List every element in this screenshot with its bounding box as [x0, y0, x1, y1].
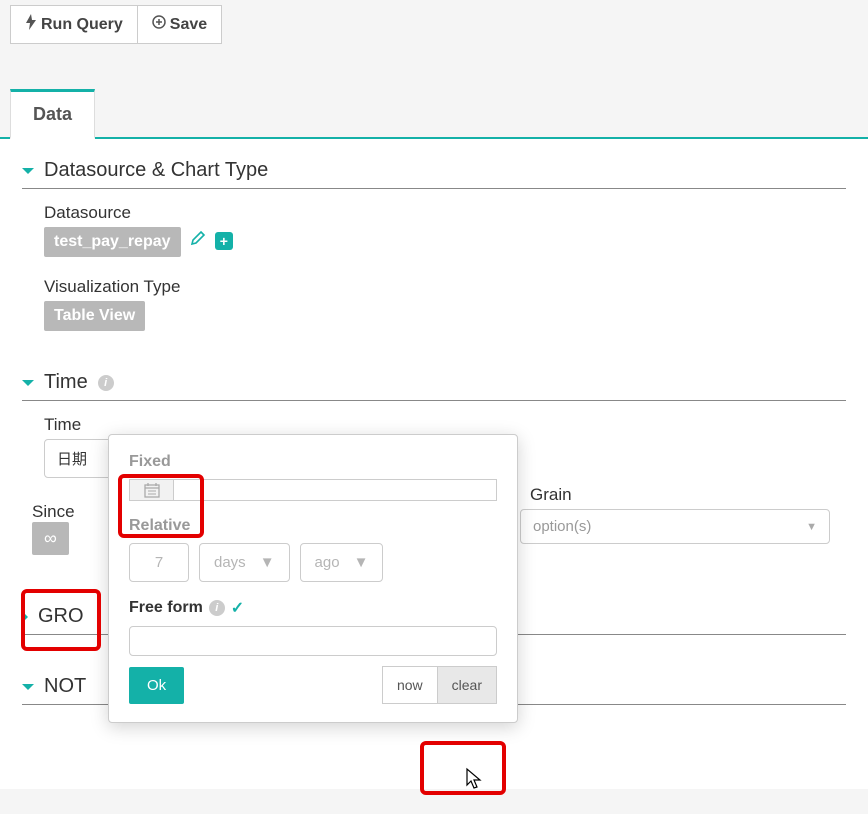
relative-value-input[interactable]: 7	[129, 543, 189, 582]
tab-data[interactable]: Data	[10, 89, 95, 139]
clear-button[interactable]: clear	[438, 666, 497, 704]
datasource-value[interactable]: test_pay_repay	[44, 227, 181, 257]
section-groupby-title: GRO	[38, 605, 84, 628]
time-grain-select[interactable]: option(s) ▼	[520, 509, 830, 544]
run-query-button[interactable]: Run Query	[10, 5, 138, 44]
datasource-label: Datasource	[44, 203, 846, 223]
free-form-label: Free form i ✓	[129, 598, 497, 618]
tab-data-label: Data	[33, 104, 72, 124]
relative-row: 7 days ▼ ago ▼	[129, 543, 497, 582]
plus-circle-icon	[152, 15, 166, 34]
time-grain-field: Grain option(s) ▼	[520, 485, 830, 544]
right-button-group: now clear	[382, 666, 497, 704]
chevron-down-icon: ▼	[260, 554, 275, 571]
ok-label: Ok	[147, 677, 166, 694]
relative-label: Relative	[129, 517, 497, 535]
time-grain-placeholder: option(s)	[533, 518, 591, 535]
popover-actions: Ok now clear	[129, 666, 497, 704]
section-time[interactable]: Time i	[22, 361, 846, 401]
time-column-label: Time	[44, 415, 134, 435]
now-label: now	[397, 677, 423, 693]
highlight-box-clear	[420, 741, 506, 795]
calendar-icon[interactable]	[129, 479, 173, 501]
lightning-icon	[25, 14, 37, 35]
section-time-title: Time	[44, 371, 88, 394]
tab-bar: Data	[0, 89, 868, 139]
time-range-popover: Fixed Relative 7 days ▼ ago ▼ Free form …	[108, 434, 518, 723]
relative-unit-select[interactable]: days ▼	[199, 543, 290, 582]
check-icon: ✓	[231, 598, 244, 618]
section-datasource[interactable]: Datasource & Chart Type	[22, 149, 846, 189]
caret-right-icon	[22, 611, 28, 623]
caret-down-icon	[22, 380, 34, 386]
chevron-down-icon: ▼	[806, 521, 817, 533]
viz-label: Visualization Type	[44, 277, 846, 297]
save-label: Save	[170, 16, 207, 34]
save-button[interactable]: Save	[138, 5, 222, 44]
fixed-label: Fixed	[129, 453, 497, 471]
free-form-input[interactable]	[129, 626, 497, 656]
fixed-date-input[interactable]	[173, 479, 497, 501]
section-not-title: NOT	[44, 675, 86, 698]
now-button[interactable]: now	[382, 666, 438, 704]
caret-down-icon	[22, 168, 34, 174]
time-grain-label: Grain	[530, 485, 830, 505]
data-panel: Datasource & Chart Type Datasource test_…	[0, 139, 868, 789]
run-query-label: Run Query	[41, 16, 123, 34]
mouse-cursor-icon	[465, 767, 485, 794]
time-column-value: 日期	[57, 448, 87, 469]
viz-type-field: Visualization Type Table View	[44, 277, 846, 331]
chevron-down-icon: ▼	[354, 554, 369, 571]
section-datasource-title: Datasource & Chart Type	[44, 159, 268, 182]
clear-label: clear	[452, 677, 482, 693]
info-icon: i	[209, 600, 225, 616]
relative-when-select[interactable]: ago ▼	[300, 543, 384, 582]
info-icon: i	[98, 375, 114, 391]
plus-icon[interactable]: +	[215, 232, 233, 250]
caret-down-icon	[22, 684, 34, 690]
top-toolbar: Run Query Save	[0, 0, 868, 49]
datasource-field: Datasource test_pay_repay +	[44, 203, 846, 257]
relative-when: ago	[315, 554, 340, 571]
ok-button[interactable]: Ok	[129, 667, 184, 704]
relative-unit: days	[214, 554, 246, 571]
relative-value: 7	[155, 554, 163, 571]
infinity-icon: ∞	[44, 528, 57, 549]
viz-value[interactable]: Table View	[44, 301, 145, 331]
edit-icon[interactable]	[190, 233, 210, 250]
fixed-input-group	[129, 479, 497, 501]
since-value-button[interactable]: ∞	[32, 522, 69, 555]
